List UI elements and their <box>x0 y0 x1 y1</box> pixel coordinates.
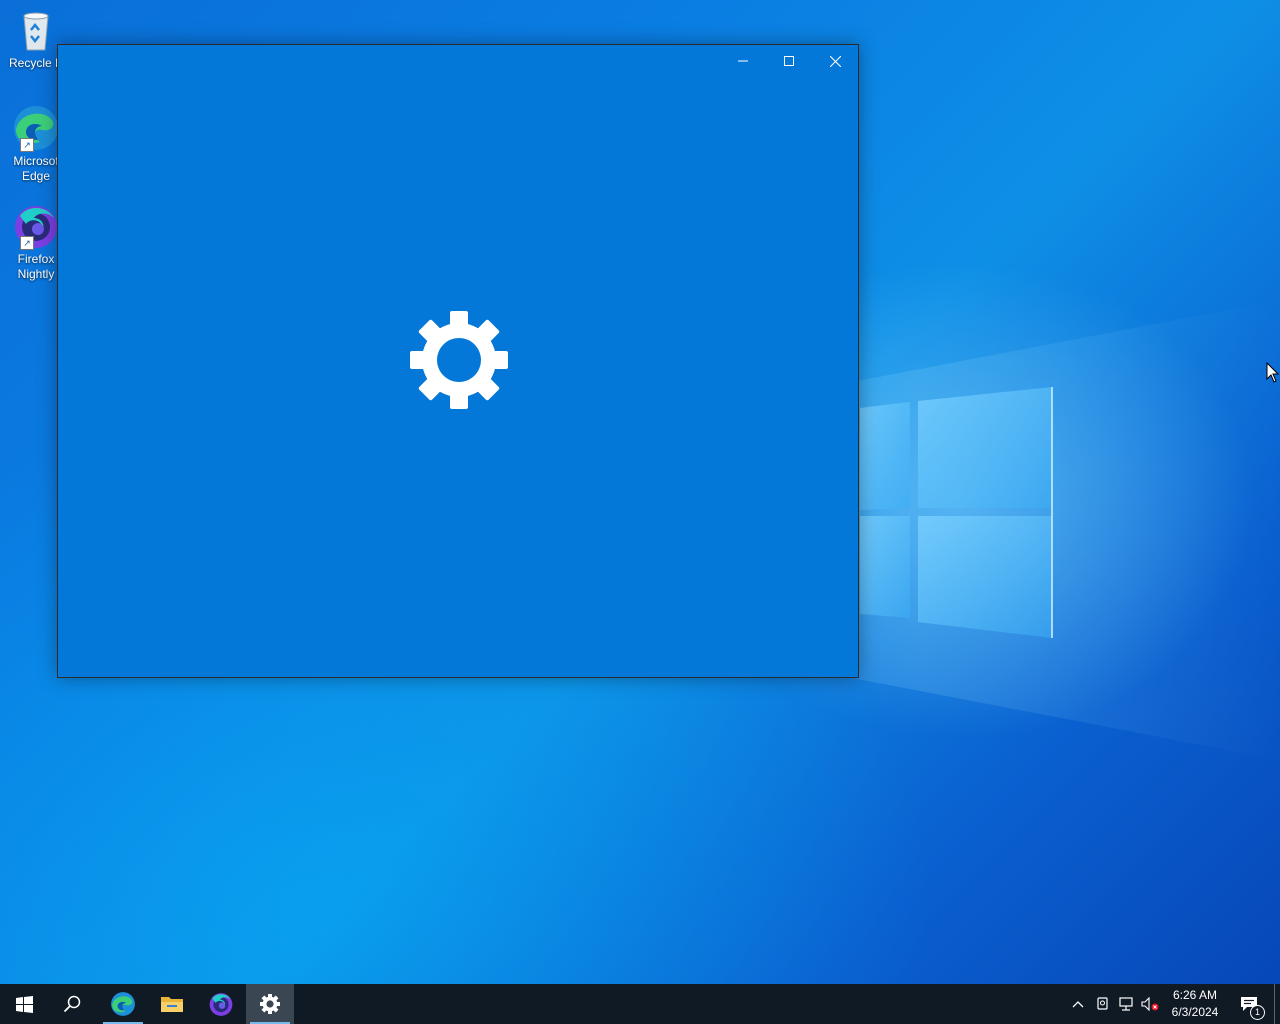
gear-icon <box>260 994 280 1014</box>
taskbar-settings-button[interactable] <box>246 984 294 1024</box>
minimize-icon <box>738 60 748 62</box>
window-titlebar[interactable] <box>58 45 858 77</box>
settings-window[interactable] <box>57 44 859 678</box>
folder-icon <box>161 997 183 1012</box>
volume-muted-icon <box>1141 997 1159 1011</box>
windows-start-icon <box>15 995 33 1013</box>
desktop-icon-label: Firefox Nightly <box>17 252 55 281</box>
close-icon <box>829 55 841 67</box>
clock-time: 6:26 AM <box>1172 988 1218 1002</box>
clock-date: 6/3/2024 <box>1171 1005 1219 1019</box>
network-button[interactable] <box>1117 994 1137 1014</box>
taskbar-firefox-nightly-button[interactable] <box>197 984 245 1024</box>
search-icon <box>63 995 81 1013</box>
taskbar-file-explorer-button[interactable] <box>148 984 196 1024</box>
meet-now-icon <box>1097 997 1108 1010</box>
show-desktop-button[interactable] <box>1274 984 1280 1024</box>
taskbar-edge-button[interactable] <box>99 984 147 1024</box>
minimize-button[interactable] <box>720 45 766 77</box>
start-button[interactable] <box>0 984 48 1024</box>
firefox-nightly-icon <box>209 993 233 1016</box>
meet-now-button[interactable] <box>1093 994 1113 1014</box>
shortcut-arrow-icon: ↗ <box>20 138 34 152</box>
recycle-bin-icon <box>12 6 60 54</box>
mouse-cursor-icon <box>1266 362 1280 383</box>
action-center-button[interactable]: 1 <box>1234 984 1265 1024</box>
search-button[interactable] <box>48 984 96 1024</box>
desktop-icon-label: Microsof Edge <box>13 154 59 183</box>
edge-icon: ↗ <box>12 104 60 152</box>
maximize-icon <box>784 56 794 66</box>
network-icon <box>1119 997 1133 1011</box>
shortcut-arrow-icon: ↗ <box>20 236 34 250</box>
notification-count-badge: 1 <box>1250 1005 1265 1020</box>
taskbar-clock[interactable]: 6:26 AM 6/3/2024 <box>1166 987 1224 1021</box>
volume-button[interactable] <box>1140 994 1160 1014</box>
desktop-icon-label: Recycle B <box>8 56 64 70</box>
edge-icon <box>111 992 135 1016</box>
gear-icon <box>410 311 508 409</box>
close-button[interactable] <box>812 45 858 77</box>
chevron-up-icon <box>1072 1001 1084 1008</box>
taskbar: 6:26 AM 6/3/2024 1 <box>0 984 1280 1024</box>
firefox-nightly-icon: ↗ <box>12 202 60 250</box>
maximize-button[interactable] <box>766 45 812 77</box>
show-hidden-icons-button[interactable] <box>1068 994 1088 1014</box>
